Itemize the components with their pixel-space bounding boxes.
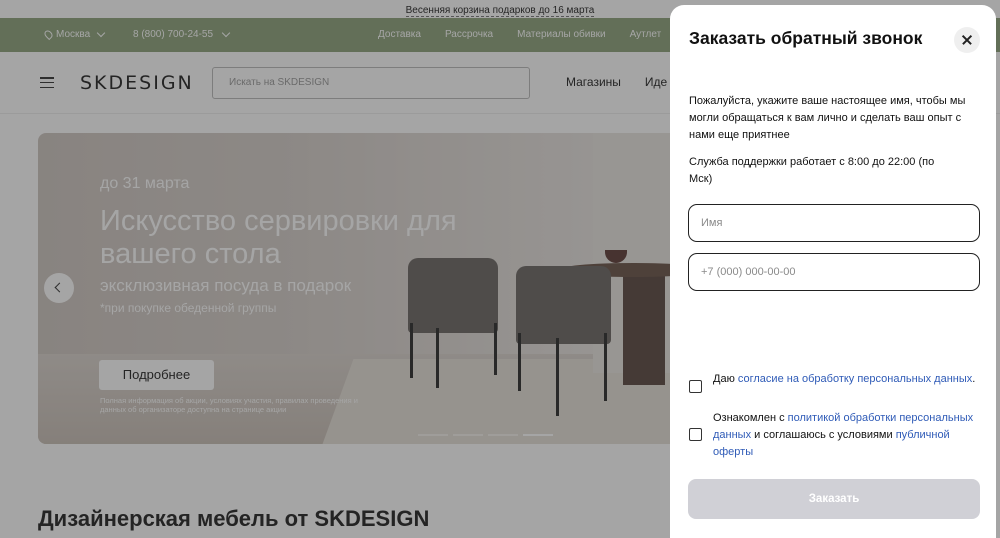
policy-text: Ознакомлен с политикой обработки персона… — [713, 410, 979, 461]
policy-prefix: Ознакомлен с — [713, 412, 788, 424]
order-button[interactable]: Заказать — [688, 479, 980, 519]
policy-row: Ознакомлен с политикой обработки персона… — [689, 410, 979, 461]
modal-title: Заказать обратный звонок — [689, 28, 923, 48]
consent-text: Даю согласие на обработку персональных д… — [713, 371, 975, 388]
name-field[interactable] — [688, 204, 980, 242]
consent-row: Даю согласие на обработку персональных д… — [689, 371, 979, 393]
policy-middle: и соглашаюсь с условиями — [751, 429, 896, 441]
policy-checkbox[interactable] — [689, 428, 702, 441]
callback-modal: Заказать обратный звонок Пожалуйста, ука… — [670, 5, 996, 538]
phone-field[interactable] — [688, 253, 980, 291]
consent-link[interactable]: согласие на обработку персональных данны… — [738, 373, 972, 385]
consent-checkbox[interactable] — [689, 380, 702, 393]
consent-suffix: . — [972, 373, 976, 385]
consent-prefix: Даю — [713, 373, 738, 385]
modal-hours: Служба поддержки работает с 8:00 до 22:0… — [689, 156, 935, 185]
close-icon[interactable] — [954, 27, 980, 53]
modal-description: Пожалуйста, укажите ваше настоящее имя, … — [689, 95, 966, 141]
